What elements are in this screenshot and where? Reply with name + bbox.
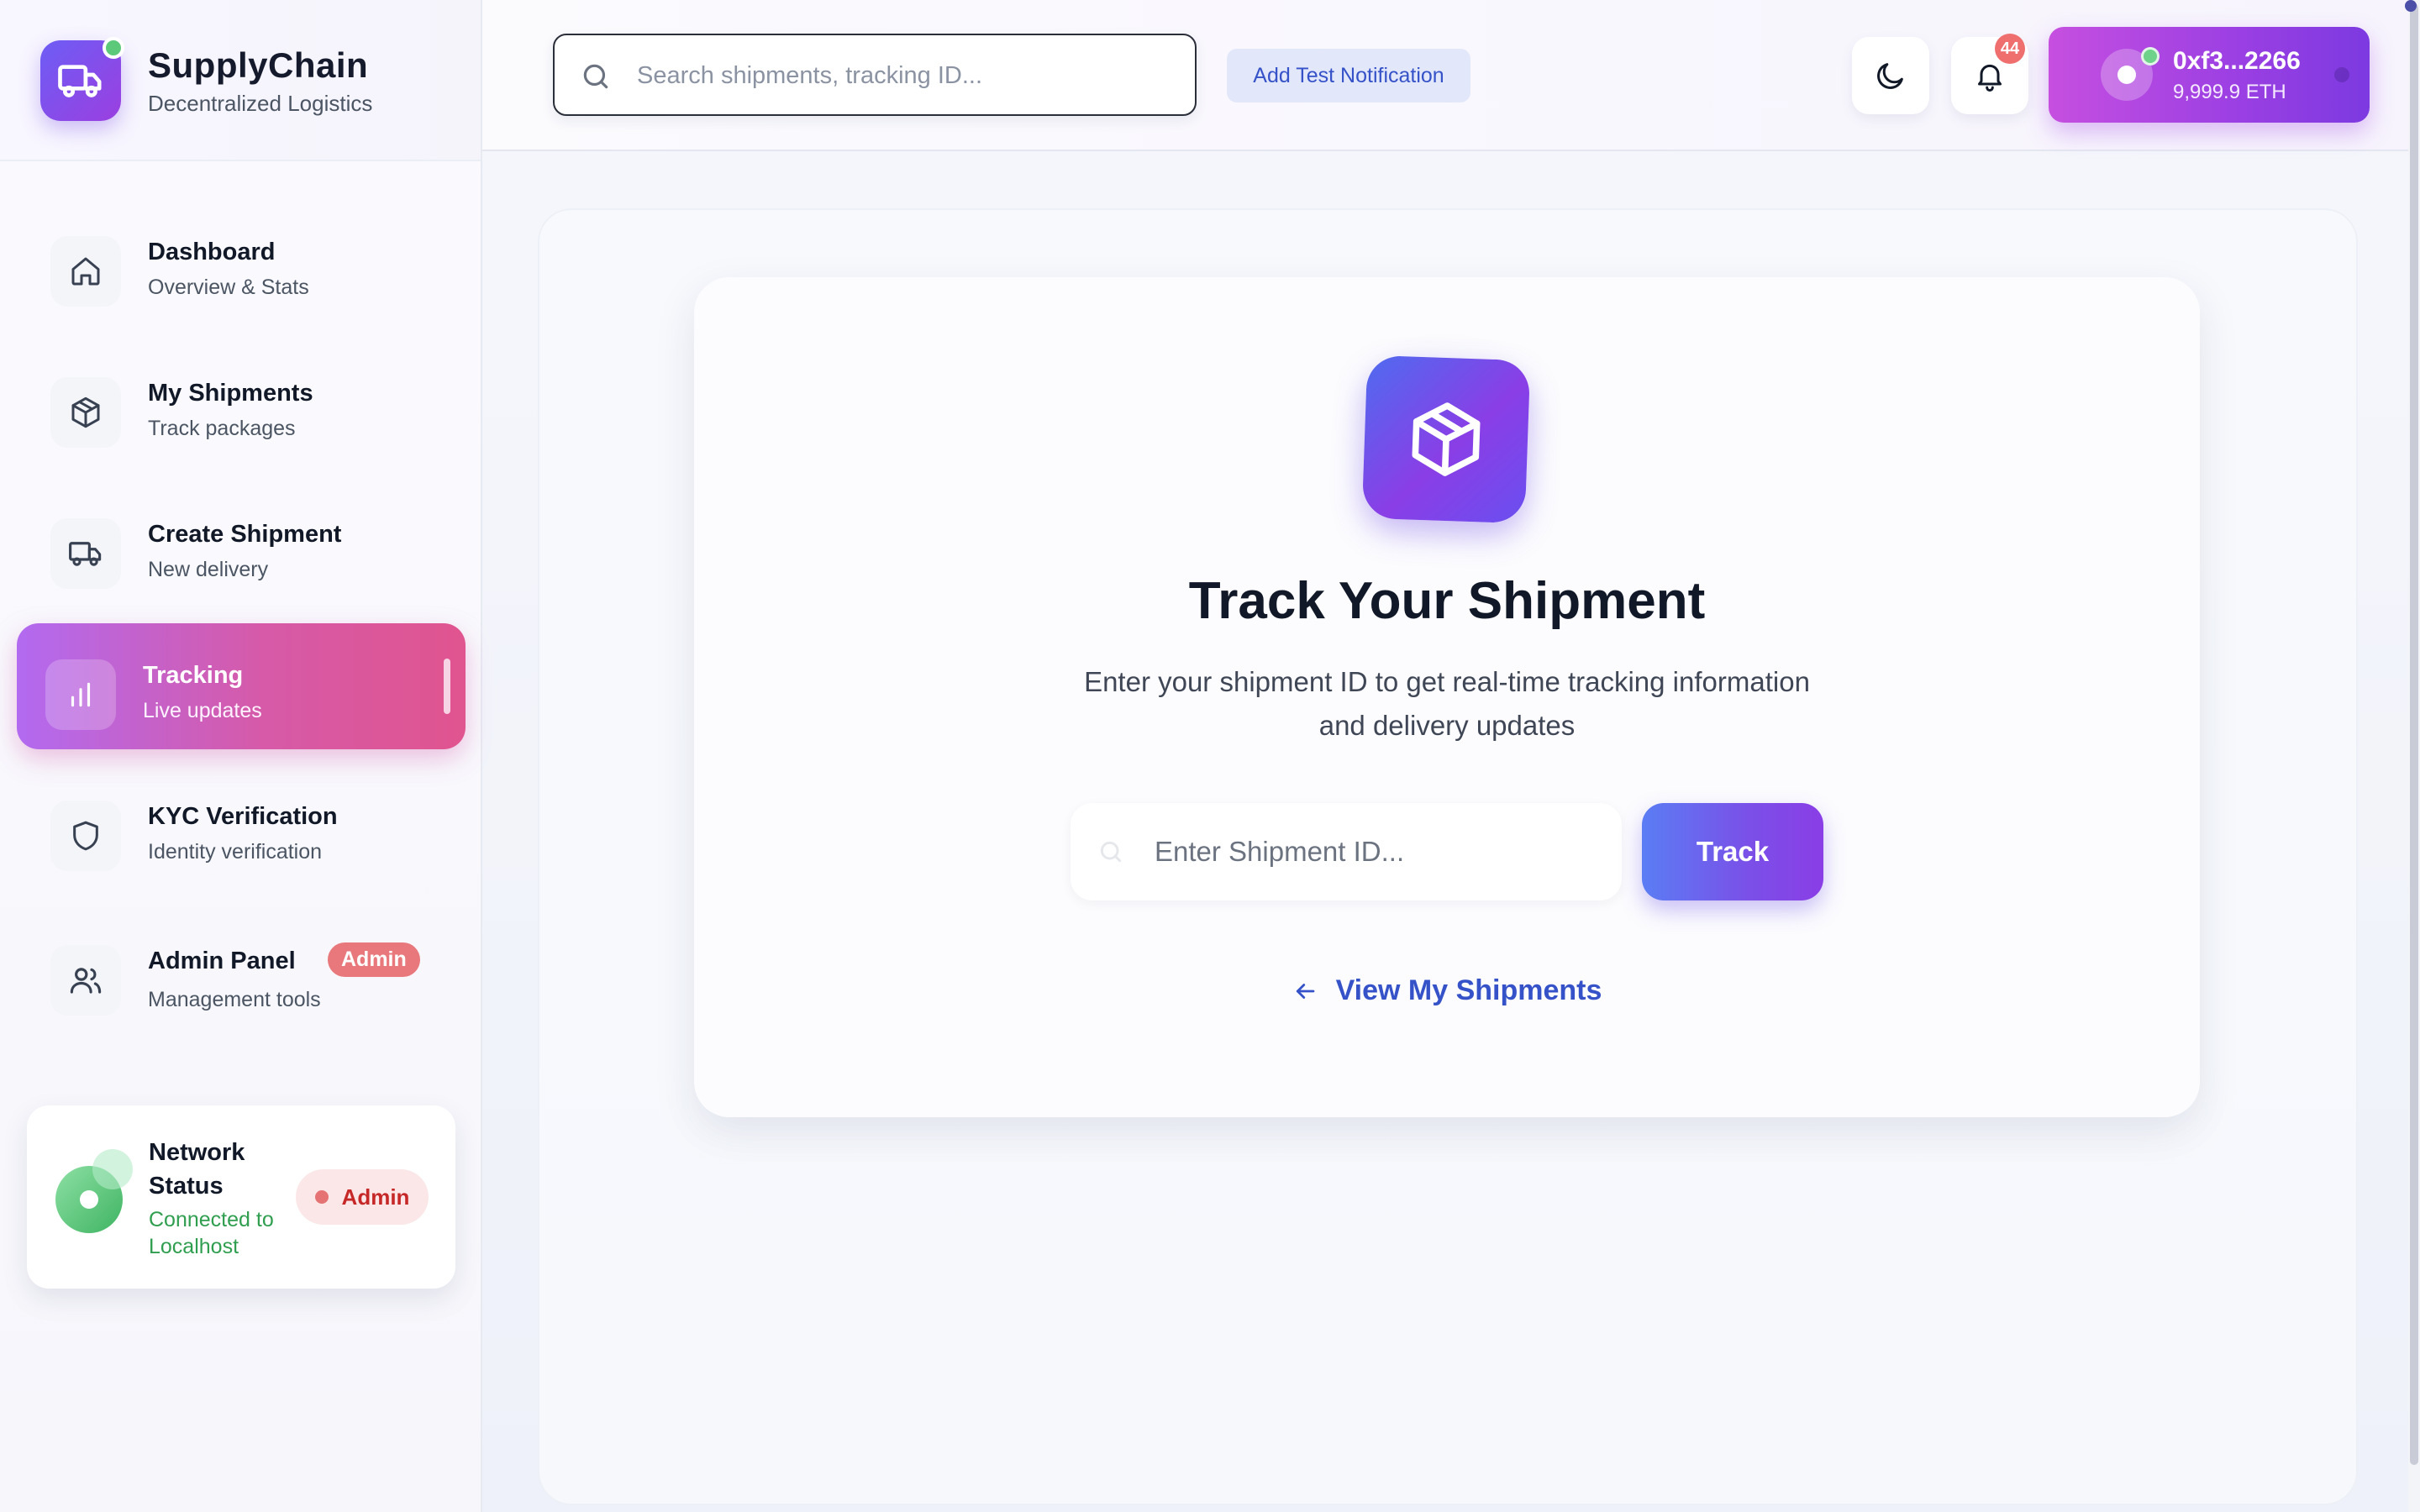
brand-title: SupplyChain	[148, 45, 369, 85]
search-icon	[1097, 838, 1124, 869]
network-connection-text: Connected to Localhost	[149, 1208, 274, 1258]
notification-count-badge: 44	[1995, 34, 2025, 64]
network-status-card: Network Status Connected to Localhost Ad…	[27, 1105, 455, 1289]
arrow-left-icon	[1292, 979, 1318, 1004]
bell-icon	[1973, 59, 2007, 92]
sidebar-item-title: Dashboard	[148, 239, 276, 265]
page-description: Enter your shipment ID to get real-time …	[1084, 666, 1810, 741]
sidebar-item-subtitle: Management tools	[148, 988, 321, 1011]
global-search[interactable]	[553, 34, 1197, 116]
sidebar-item-title: My Shipments	[148, 380, 313, 407]
sidebar-item-title: Tracking	[143, 662, 244, 689]
sidebar-item-title: KYC Verification	[148, 803, 338, 830]
sidebar-item-subtitle: Overview & Stats	[148, 276, 309, 299]
bar-chart-icon	[45, 659, 116, 730]
sidebar: SupplyChain Decentralized Logistics Dash…	[0, 0, 482, 1512]
users-icon	[50, 945, 121, 1016]
shipment-id-input[interactable]	[1153, 827, 1598, 877]
brand-subtitle: Decentralized Logistics	[148, 91, 373, 116]
theme-toggle-button[interactable]	[1852, 37, 1929, 114]
shipment-id-field[interactable]	[1071, 803, 1622, 900]
view-my-shipments-link[interactable]: View My Shipments	[694, 974, 2200, 1007]
wallet-connected-indicator	[2141, 47, 2160, 66]
shield-icon	[50, 801, 121, 871]
package-hero-icon	[1361, 354, 1531, 524]
sidebar-item-my-shipments[interactable]: My Shipments Track packages	[17, 341, 466, 467]
corner-indicator	[2405, 0, 2417, 12]
app-window: SupplyChain Decentralized Logistics Dash…	[0, 0, 2420, 1512]
admin-badge: Admin	[328, 942, 420, 977]
package-icon	[50, 377, 121, 448]
network-pulse	[92, 1149, 133, 1189]
home-icon	[50, 236, 121, 307]
active-indicator	[444, 659, 450, 714]
window-scrollbar-thumb[interactable]	[2410, 3, 2418, 1465]
track-shipment-card: Track Your Shipment Enter your shipment …	[694, 277, 2200, 1117]
network-role-badge: Admin	[296, 1169, 429, 1225]
network-status-title: Network Status	[149, 1139, 245, 1200]
wallet-address: 0xf3...2266	[2173, 47, 2301, 75]
wallet-balance: 9,999.9 ETH	[2173, 81, 2286, 103]
wallet-button[interactable]: 0xf3...2266 9,999.9 ETH	[2049, 27, 2370, 123]
sidebar-item-subtitle: Identity verification	[148, 840, 323, 864]
search-input[interactable]	[635, 52, 1173, 99]
sidebar-item-subtitle: New delivery	[148, 558, 269, 581]
topbar: Add Test Notification 44 0xf3...2266	[482, 0, 2408, 151]
moon-icon	[1874, 59, 1907, 92]
sidebar-item-admin-panel[interactable]: Admin Panel Admin Management tools	[17, 909, 466, 1035]
online-indicator	[103, 37, 124, 59]
search-icon	[580, 60, 612, 97]
brand-header: SupplyChain Decentralized Logistics	[0, 0, 481, 161]
view-my-shipments-label: View My Shipments	[1335, 974, 1602, 1006]
truck-icon	[50, 518, 121, 589]
role-dot-icon	[314, 1190, 329, 1204]
sidebar-item-subtitle: Track packages	[148, 417, 296, 440]
sidebar-item-subtitle: Live updates	[143, 699, 262, 722]
add-test-notification-button[interactable]: Add Test Notification	[1227, 49, 1470, 102]
sidebar-item-tracking[interactable]: Tracking Live updates	[17, 623, 466, 749]
track-button[interactable]: Track	[1642, 803, 1823, 900]
sidebar-item-title: Admin Panel	[148, 948, 296, 974]
sidebar-item-create-shipment[interactable]: Create Shipment New delivery	[17, 482, 466, 608]
sidebar-item-dashboard[interactable]: Dashboard Overview & Stats	[17, 200, 466, 326]
sidebar-item-kyc-verification[interactable]: KYC Verification Identity verification	[17, 764, 466, 890]
sidebar-item-title: Create Shipment	[148, 521, 342, 548]
page-title: Track Your Shipment	[1188, 572, 1706, 630]
network-role-label: Admin	[341, 1184, 410, 1210]
wallet-menu-dot	[2334, 67, 2349, 82]
